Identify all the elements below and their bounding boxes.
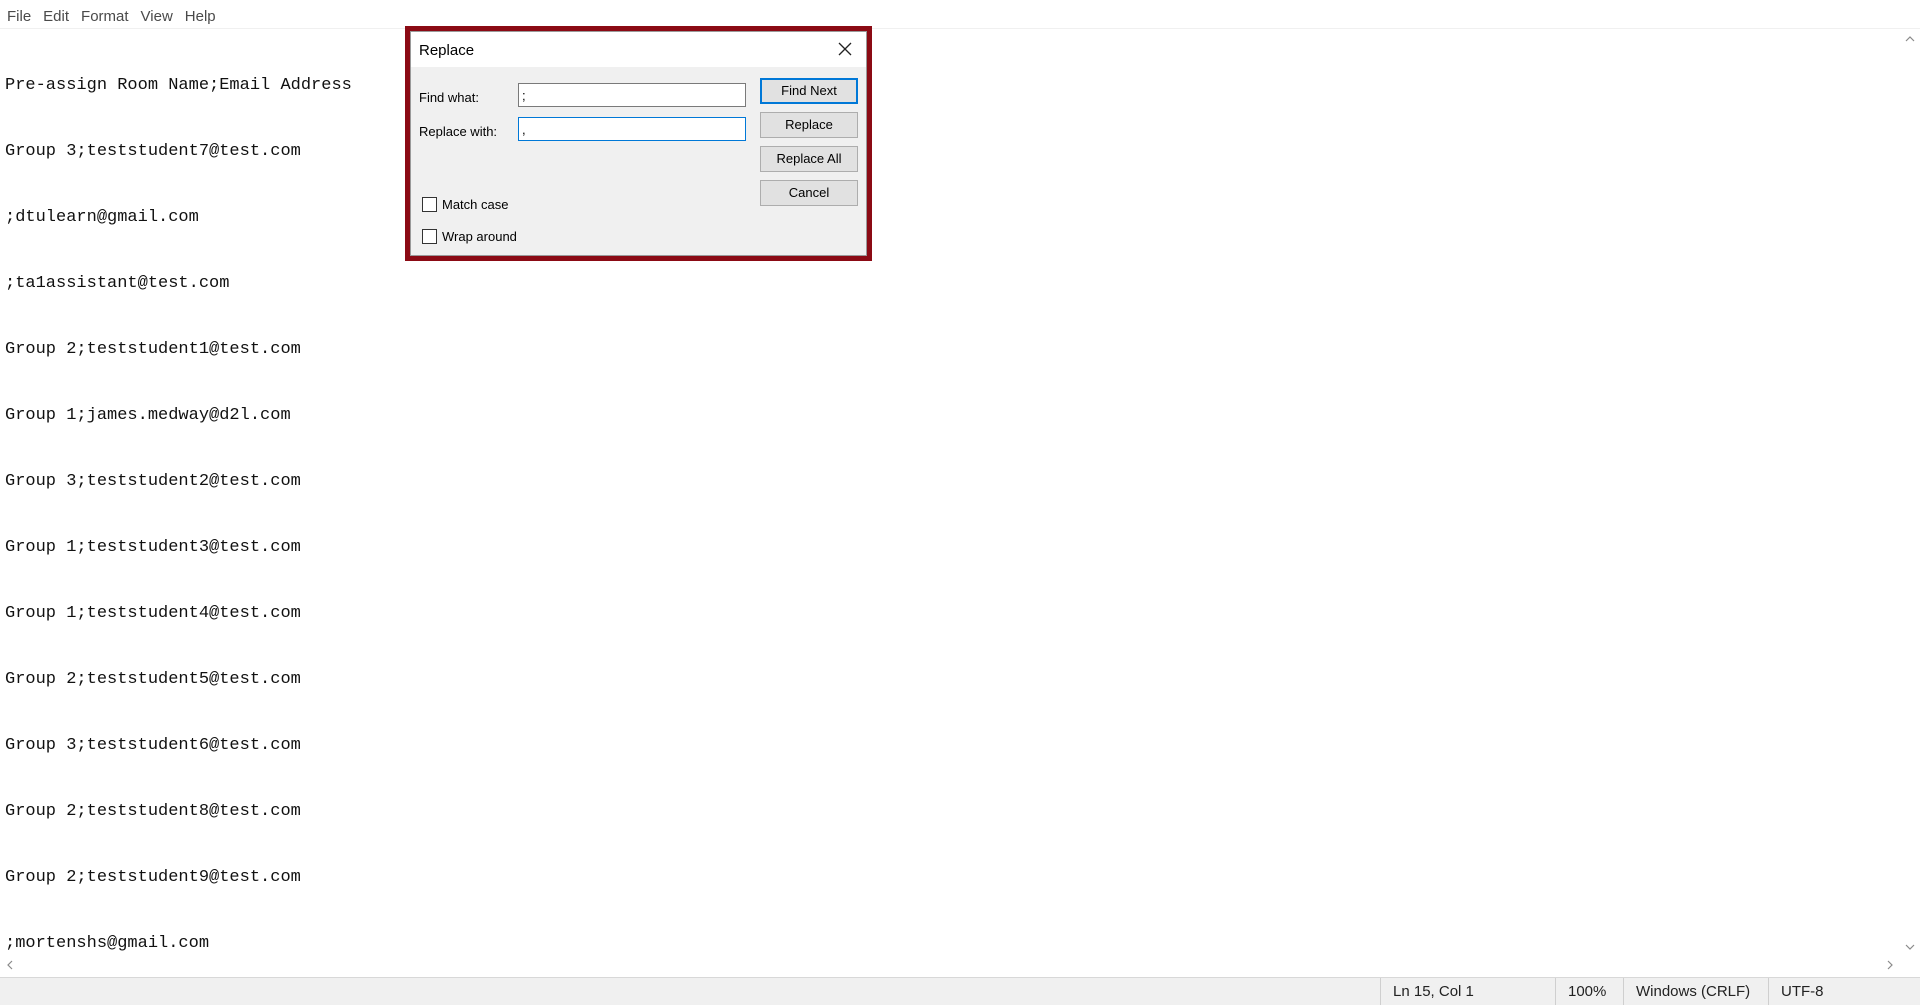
replace-with-input[interactable] [518,117,746,141]
editor-line: Group 1;teststudent4@test.com [5,604,301,623]
find-next-button[interactable]: Find Next [760,78,858,104]
wrap-around-label: Wrap around [442,229,517,244]
menu-help[interactable]: Help [179,0,222,29]
status-line-ending: Windows (CRLF) [1623,978,1768,1005]
editor-line: Group 3;teststudent2@test.com [5,472,301,491]
replace-dialog: Replace Find what: Replace with: Find Ne… [410,31,867,256]
editor-line: Pre-assign Room Name;Email Address [5,76,352,95]
editor-line: Group 2;teststudent8@test.com [5,802,301,821]
menu-bar: File Edit Format View Help [0,0,1920,29]
match-case-checkbox[interactable] [422,197,437,212]
replace-button[interactable]: Replace [760,112,858,138]
editor-line: Group 2;teststudent9@test.com [5,868,301,887]
editor-line: Group 1;james.medway@d2l.com [5,406,291,425]
close-icon[interactable] [832,36,858,62]
vertical-scrollbar[interactable] [1900,29,1920,957]
editor-line: ;ta1assistant@test.com [5,274,230,293]
menu-view[interactable]: View [135,0,179,29]
chevron-right-icon[interactable] [1880,957,1900,977]
menu-file[interactable]: File [1,0,37,29]
chevron-left-icon[interactable] [0,957,20,977]
editor-line: ;mortenshs@gmail.com [5,934,210,953]
chevron-down-icon[interactable] [1900,937,1920,957]
wrap-around-option[interactable]: Wrap around [422,229,517,244]
dialog-title: Replace [419,42,475,59]
find-what-input[interactable] [518,83,746,107]
menu-edit[interactable]: Edit [37,0,75,29]
dialog-titlebar[interactable]: Replace [411,32,866,67]
chevron-up-icon[interactable] [1900,29,1920,49]
find-what-label: Find what: [419,90,479,105]
match-case-label: Match case [442,197,509,212]
scrollbar-corner [1900,957,1920,977]
editor-line: Group 2;teststudent5@test.com [5,670,301,689]
editor-line: ;dtulearn@gmail.com [5,208,199,227]
menu-format[interactable]: Format [75,0,135,29]
status-encoding: UTF-8 [1768,978,1920,1005]
cancel-button[interactable]: Cancel [760,180,858,206]
editor-content[interactable]: Pre-assign Room Name;Email Address Group… [5,31,352,999]
text-editor[interactable]: Pre-assign Room Name;Email Address Group… [0,29,1900,957]
editor-line: Group 2;teststudent1@test.com [5,340,301,359]
status-cursor-position: Ln 15, Col 1 [1380,978,1555,1005]
editor-line: Group 3;teststudent6@test.com [5,736,301,755]
editor-line: Group 3;teststudent7@test.com [5,142,301,161]
status-bar: Ln 15, Col 1 100% Windows (CRLF) UTF-8 [0,977,1920,1005]
wrap-around-checkbox[interactable] [422,229,437,244]
replace-all-button[interactable]: Replace All [760,146,858,172]
status-zoom: 100% [1555,978,1623,1005]
horizontal-scrollbar[interactable] [0,957,1900,977]
editor-line: Group 1;teststudent3@test.com [5,538,301,557]
match-case-option[interactable]: Match case [422,197,508,212]
replace-with-label: Replace with: [419,124,498,139]
